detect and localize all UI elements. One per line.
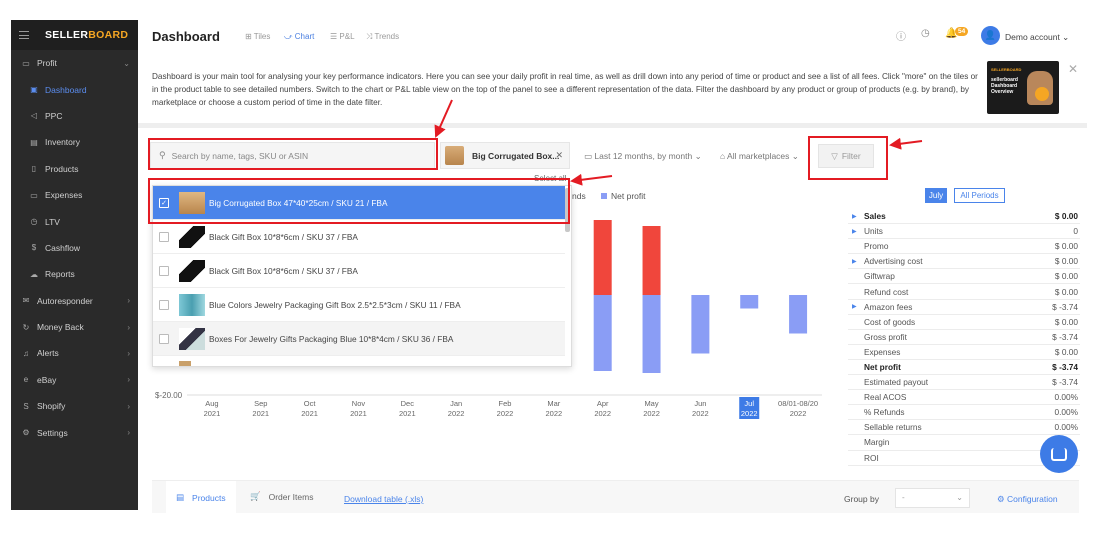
tab-order-items[interactable]: 🛒 Order Items (250, 491, 313, 502)
metric-label: Giftwrap (864, 271, 895, 282)
chat-icon (1051, 447, 1067, 461)
metric-value: $ -3.74 (1052, 331, 1078, 342)
metric-value: $ 0.00 (1054, 241, 1078, 252)
metric-row[interactable]: ▶ Sales $ 0.00 (848, 209, 1080, 225)
metric-value: $ 0.00 (1054, 286, 1078, 297)
metric-row: Promo $ 0.00 (848, 239, 1080, 255)
metric-row: Expenses $ 0.00 (848, 345, 1080, 360)
metric-row: Cost of goods $ 0.00 (848, 315, 1080, 330)
metric-value: $ -3.74 (1052, 361, 1078, 372)
expand-icon[interactable]: ▶ (852, 213, 857, 220)
metric-label: Units (864, 226, 883, 237)
expand-icon[interactable]: ▶ (852, 258, 857, 265)
metric-row: Gross profit $ -3.74 (848, 330, 1080, 345)
metric-row: Estimated payout $ -3.74 (848, 375, 1080, 391)
metric-value: 0.00% (1054, 422, 1078, 433)
metric-value: $ -3.74 (1052, 301, 1078, 312)
metric-label: Expenses (864, 346, 901, 357)
metric-label: Promo (864, 241, 889, 252)
chat-button[interactable] (1040, 435, 1078, 473)
metric-label: Refund cost (864, 286, 909, 297)
metric-value: $ 0.00 (1054, 271, 1078, 282)
metric-value: 0.00% (1054, 407, 1078, 418)
metrics-table: ▶ Sales $ 0.00 ▶ Units 0 Promo $ 0.00 ▶ Advertisi… (848, 209, 1080, 466)
metric-value: $ 0.00 (1054, 346, 1078, 357)
metric-value: $ -3.74 (1052, 377, 1078, 388)
metric-label: ROI (864, 452, 879, 463)
metric-row: Real ACOS 0.00% (848, 390, 1080, 406)
metric-row: % Refunds 0.00% (848, 405, 1080, 421)
metric-label: Net profit (864, 361, 901, 372)
metric-value: 0 (1073, 226, 1078, 237)
metric-row[interactable]: ▶ Units 0 (848, 224, 1080, 240)
metric-row[interactable]: ▶ Advertising cost $ 0.00 (848, 254, 1080, 270)
expand-icon[interactable]: ▶ (852, 228, 857, 235)
metric-row: Net profit $ -3.74 (848, 360, 1080, 376)
metric-label: Amazon fees (864, 301, 913, 312)
configuration-button[interactable]: ⚙ Configuration (997, 494, 1058, 505)
metric-row: Sellable returns 0.00% (848, 420, 1080, 436)
metric-label: Advertising cost (864, 256, 923, 267)
metric-label: % Refunds (864, 407, 905, 418)
metric-value: $ 0.00 (1054, 256, 1078, 267)
download-table-link[interactable]: Download table (.xls) (344, 494, 423, 504)
group-by-label: Group by (844, 494, 879, 504)
metric-value: $ 0.00 (1054, 316, 1078, 327)
metric-row: Giftwrap $ 0.00 (848, 269, 1080, 285)
period-all-button[interactable]: All Periods (954, 188, 1005, 203)
metric-row: Refund cost $ 0.00 (848, 284, 1080, 300)
metric-label: Margin (864, 437, 890, 448)
metric-row[interactable]: ▶ Amazon fees $ -3.74 (848, 300, 1080, 315)
metric-value: $ 0.00 (1054, 211, 1078, 222)
metric-label: Sales (864, 211, 886, 222)
metric-label: Estimated payout (864, 377, 929, 388)
metric-value: 0.00% (1054, 392, 1078, 403)
tab-products[interactable]: ▤ Products (166, 481, 236, 514)
cart-icon: 🛒 (250, 491, 261, 501)
metric-label: Gross profit (864, 331, 907, 342)
metric-label: Cost of goods (864, 316, 916, 327)
expand-icon[interactable]: ▶ (852, 303, 857, 310)
group-by-select[interactable]: - ⌄ (895, 488, 970, 508)
list-icon: ▤ (176, 492, 185, 502)
metric-label: Real ACOS (864, 392, 907, 403)
gear-icon: ⚙ (997, 494, 1005, 504)
metric-label: Sellable returns (864, 422, 922, 433)
bottom-bar: ▤ Products 🛒 Order Items Download table (.… (152, 480, 1079, 514)
period-july-button[interactable]: July (925, 188, 947, 203)
